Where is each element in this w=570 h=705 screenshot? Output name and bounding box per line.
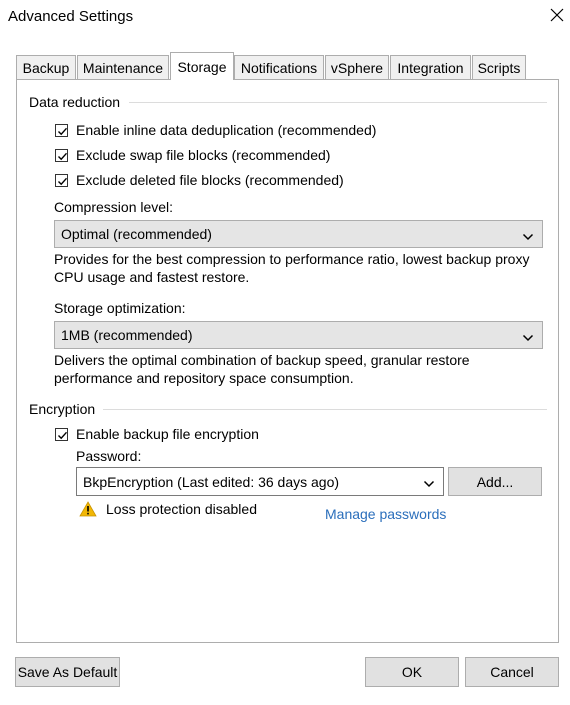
storage-optimization-select[interactable]: 1MB (recommended) [54,321,543,349]
enable-encryption-checkbox[interactable] [55,427,68,441]
window-title: Advanced Settings [8,8,134,25]
tab-backup[interactable]: Backup [16,55,76,79]
ok-button[interactable]: OK [365,657,459,687]
add-password-button[interactable]: Add... [448,467,542,496]
close-icon[interactable] [548,6,566,24]
chevron-down-icon [423,476,435,492]
compression-value: Optimal (recommended) [61,226,212,242]
data-reduction-heading: Data reduction [29,94,121,110]
tab-vsphere[interactable]: vSphere [325,55,389,79]
chevron-down-icon [522,330,534,346]
compression-select[interactable]: Optimal (recommended) [54,220,543,248]
deleted-blocks-option[interactable]: Exclude deleted file blocks (recommended… [55,172,344,188]
password-select[interactable]: BkpEncryption (Last edited: 36 days ago) [76,467,444,496]
chevron-down-icon [522,229,534,245]
tab-integration[interactable]: Integration [390,55,471,79]
cancel-button[interactable]: Cancel [465,657,559,687]
storage-optimization-label: Storage optimization: [54,300,186,316]
save-as-default-button[interactable]: Save As Default [15,657,120,687]
password-value: BkpEncryption (Last edited: 36 days ago) [83,473,340,490]
swap-label: Exclude swap file blocks (recommended) [76,147,331,163]
tab-storage[interactable]: Storage [170,52,234,80]
tab-notifications[interactable]: Notifications [234,55,324,79]
data-reduction-divider [129,102,547,103]
warning-icon [79,501,97,520]
compression-description-line-1: Provides for the best compression to per… [54,251,530,267]
encryption-divider [103,409,547,410]
manage-passwords-link[interactable]: Manage passwords [325,506,446,522]
deleted-blocks-label: Exclude deleted file blocks (recommended… [76,172,344,188]
storage-optimization-value: 1MB (recommended) [61,327,193,343]
password-label: Password: [76,448,142,464]
compression-description-line-2: CPU usage and fastest restore. [54,269,250,285]
compression-label: Compression level: [54,199,174,215]
loss-protection-warning: Loss protection disabled [106,501,257,517]
tab-scripts[interactable]: Scripts [472,55,526,79]
swap-option[interactable]: Exclude swap file blocks (recommended) [55,147,330,163]
dedup-option[interactable]: Enable inline data deduplication (recomm… [55,122,376,138]
enable-encryption-label: Enable backup file encryption [76,426,259,442]
storage-optimization-description-line-1: Delivers the optimal combination of back… [54,352,470,368]
dedup-checkbox[interactable] [55,123,68,137]
tab-maintenance[interactable]: Maintenance [77,55,169,79]
swap-checkbox[interactable] [55,148,68,162]
deleted-blocks-checkbox[interactable] [55,173,68,187]
storage-panel: Data reduction Enable inline data dedupl… [16,79,559,643]
encryption-heading: Encryption [29,401,96,417]
storage-optimization-description-line-2: performance and repository space consump… [54,370,354,386]
dedup-label: Enable inline data deduplication (recomm… [76,122,377,138]
enable-encryption-option[interactable]: Enable backup file encryption [55,426,259,442]
